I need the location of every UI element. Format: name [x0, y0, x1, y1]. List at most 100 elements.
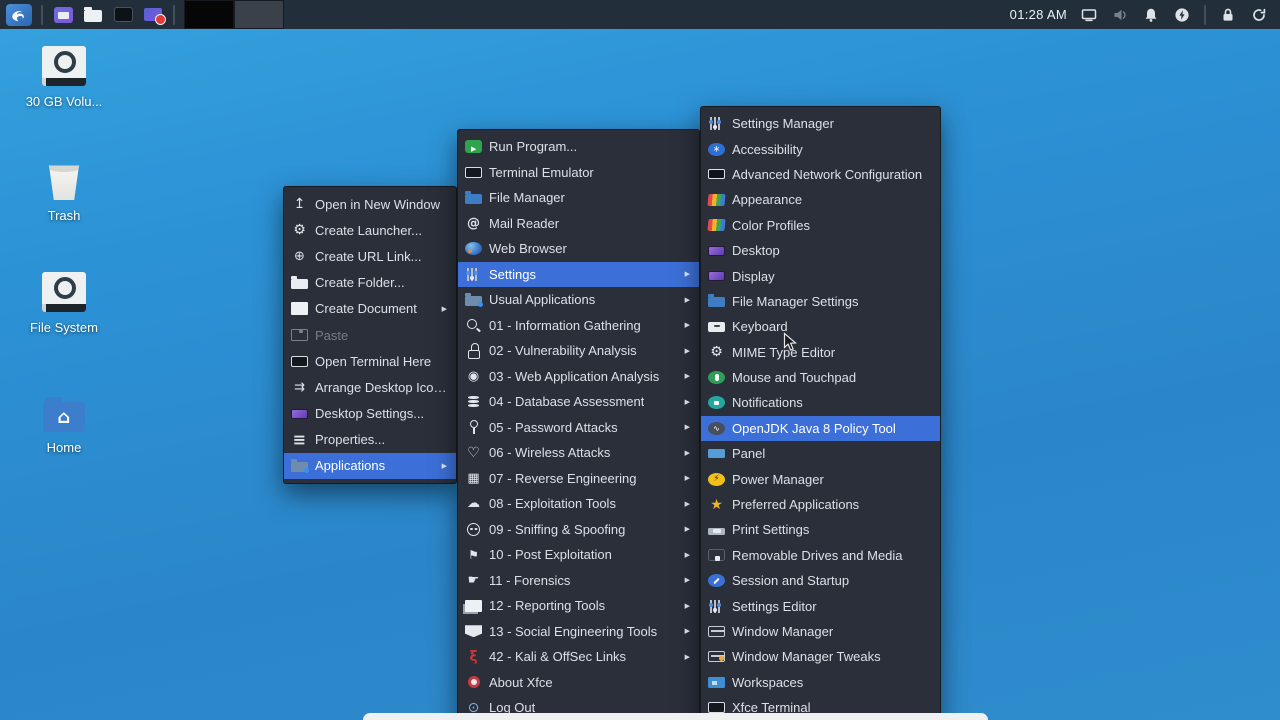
- menu-item-applications[interactable]: Applications▶: [284, 453, 456, 479]
- star-icon: [708, 496, 725, 513]
- volume-muted-icon[interactable]: [1111, 6, 1129, 24]
- workspace-switcher: [184, 0, 284, 29]
- menu-item-10-post-exploitation[interactable]: 10 - Post Exploitation▶: [458, 542, 699, 568]
- workspace-2[interactable]: [234, 0, 284, 29]
- menu-item-paste[interactable]: Paste: [284, 322, 456, 348]
- desktop-icon-30-gb-volu[interactable]: 30 GB Volu...: [22, 46, 106, 109]
- display-icon[interactable]: [1080, 6, 1098, 24]
- menu-item-window-manager[interactable]: Window Manager: [701, 619, 940, 644]
- display-icon: [708, 271, 725, 281]
- menu-item-label: Open in New Window: [315, 197, 440, 212]
- menu-item-label: Display: [732, 269, 775, 284]
- menu-item-12-reporting-tools[interactable]: 12 - Reporting Tools▶: [458, 593, 699, 619]
- menu-item-create-document[interactable]: Create Document▶: [284, 296, 456, 322]
- menu-item-mail-reader[interactable]: Mail Reader: [458, 211, 699, 237]
- menu-item-02-vulnerability-analysis[interactable]: 02 - Vulnerability Analysis▶: [458, 338, 699, 364]
- notifications-bell-icon[interactable]: [1142, 6, 1160, 24]
- menu-item-label: Applications: [315, 458, 385, 473]
- menu-item-run-program[interactable]: Run Program...: [458, 134, 699, 160]
- lock-screen-icon[interactable]: [1219, 6, 1237, 24]
- desktop-icon-home[interactable]: Home: [22, 392, 106, 455]
- kali-dragon-icon: [465, 648, 482, 665]
- menu-item-workspaces[interactable]: Workspaces: [701, 670, 940, 695]
- menu-item-open-in-new-window[interactable]: Open in New Window: [284, 191, 456, 217]
- menu-item-power-manager[interactable]: Power Manager: [701, 466, 940, 491]
- menu-item-file-manager-settings[interactable]: File Manager Settings: [701, 289, 940, 314]
- open-upward-icon: [291, 196, 308, 213]
- menu-item-terminal-emulator[interactable]: Terminal Emulator: [458, 160, 699, 186]
- power-manager-icon[interactable]: [1173, 6, 1191, 24]
- hard-drive-icon: [42, 272, 86, 312]
- menu-item-01-information-gathering[interactable]: 01 - Information Gathering▶: [458, 313, 699, 339]
- menu-item-keyboard[interactable]: Keyboard: [701, 314, 940, 339]
- menu-item-label: Create Launcher...: [315, 223, 422, 238]
- menu-item-advanced-network-configuration[interactable]: Advanced Network Configuration: [701, 162, 940, 187]
- menu-item-usual-applications[interactable]: Usual Applications▶: [458, 287, 699, 313]
- menu-item-mouse-and-touchpad[interactable]: Mouse and Touchpad: [701, 365, 940, 390]
- menu-item-label: Mail Reader: [489, 216, 559, 231]
- desktop-icon-file-system[interactable]: File System: [22, 272, 106, 335]
- bottom-dock-edge[interactable]: [363, 713, 988, 720]
- menu-item-display[interactable]: Display: [701, 263, 940, 288]
- menu-item-arrange-desktop-icons[interactable]: Arrange Desktop Icons: [284, 374, 456, 400]
- submenu-arrow-icon: ▶: [685, 576, 690, 584]
- file-manager-launcher[interactable]: [52, 3, 74, 27]
- desktop-icon-label: Trash: [48, 208, 81, 223]
- menu-item-openjdk-java-8-policy-tool[interactable]: OpenJDK Java 8 Policy Tool: [701, 416, 940, 441]
- menu-item-removable-drives-and-media[interactable]: Removable Drives and Media: [701, 543, 940, 568]
- menu-item-07-reverse-engineering[interactable]: 07 - Reverse Engineering▶: [458, 466, 699, 492]
- clock[interactable]: 01:28 AM: [1010, 7, 1067, 22]
- menu-item-about-xfce[interactable]: About Xfce: [458, 670, 699, 696]
- menu-item-notifications[interactable]: Notifications: [701, 390, 940, 415]
- desktop[interactable]: 01:28 AM 30 GB Volu... Trash File System Ho…: [0, 0, 1280, 720]
- menu-item-11-forensics[interactable]: 11 - Forensics▶: [458, 568, 699, 594]
- wireless-heart-icon: [465, 444, 482, 461]
- menu-item-label: Create Document: [315, 301, 417, 316]
- menu-item-create-folder[interactable]: Create Folder...: [284, 270, 456, 296]
- menu-item-42-kali-offsec-links[interactable]: 42 - Kali & OffSec Links▶: [458, 644, 699, 670]
- menu-item-appearance[interactable]: Appearance: [701, 187, 940, 212]
- menu-item-06-wireless-attacks[interactable]: 06 - Wireless Attacks▶: [458, 440, 699, 466]
- window-icon: [708, 626, 725, 637]
- folder-launcher[interactable]: [82, 3, 104, 27]
- menu-item-accessibility[interactable]: Accessibility: [701, 136, 940, 161]
- menu-item-preferred-applications[interactable]: Preferred Applications: [701, 492, 940, 517]
- menu-item-color-profiles[interactable]: Color Profiles: [701, 213, 940, 238]
- menu-item-panel[interactable]: Panel: [701, 441, 940, 466]
- log-out-icon[interactable]: [1250, 6, 1268, 24]
- submenu-arrow-icon: ▶: [685, 372, 690, 380]
- menu-item-open-terminal-here[interactable]: Open Terminal Here: [284, 348, 456, 374]
- desktop-icon-trash[interactable]: Trash: [22, 160, 106, 223]
- kali-menu-button[interactable]: [6, 4, 32, 26]
- menu-item-05-password-attacks[interactable]: 05 - Password Attacks▶: [458, 415, 699, 441]
- menu-item-web-browser[interactable]: Web Browser: [458, 236, 699, 262]
- menu-item-03-web-application-analysis[interactable]: 03 - Web Application Analysis▶: [458, 364, 699, 390]
- menu-item-label: Mouse and Touchpad: [732, 370, 856, 385]
- workspace-1[interactable]: [184, 0, 234, 29]
- menu-item-mime-type-editor[interactable]: MIME Type Editor: [701, 340, 940, 365]
- menu-item-label: Settings: [489, 267, 536, 282]
- menu-item-window-manager-tweaks[interactable]: Window Manager Tweaks: [701, 644, 940, 669]
- menu-item-04-database-assessment[interactable]: 04 - Database Assessment▶: [458, 389, 699, 415]
- menu-item-create-launcher[interactable]: Create Launcher...: [284, 217, 456, 243]
- menu-item-session-and-startup[interactable]: Session and Startup: [701, 568, 940, 593]
- menu-item-label: Settings Manager: [732, 116, 834, 131]
- menu-item-desktop[interactable]: Desktop: [701, 238, 940, 263]
- terminal-launcher[interactable]: [112, 3, 134, 27]
- menu-item-file-manager[interactable]: File Manager: [458, 185, 699, 211]
- java-cup-icon: [708, 422, 725, 435]
- screen-recorder-launcher[interactable]: [142, 3, 164, 27]
- menu-item-create-url-link[interactable]: Create URL Link...: [284, 243, 456, 269]
- menu-item-settings[interactable]: Settings▶: [458, 262, 699, 288]
- submenu-arrow-icon: ▶: [685, 500, 690, 508]
- submenu-arrow-icon: ▶: [685, 347, 690, 355]
- menu-item-desktop-settings[interactable]: Desktop Settings...: [284, 401, 456, 427]
- submenu-arrow-icon: ▶: [685, 296, 690, 304]
- menu-item-13-social-engineering-tools[interactable]: 13 - Social Engineering Tools▶: [458, 619, 699, 645]
- menu-item-settings-manager[interactable]: Settings Manager: [701, 111, 940, 136]
- menu-item-09-sniffing-spoofing[interactable]: 09 - Sniffing & Spoofing▶: [458, 517, 699, 543]
- menu-item-settings-editor[interactable]: Settings Editor: [701, 593, 940, 618]
- menu-item-print-settings[interactable]: Print Settings: [701, 517, 940, 542]
- menu-item-08-exploitation-tools[interactable]: 08 - Exploitation Tools▶: [458, 491, 699, 517]
- menu-item-properties[interactable]: Properties...: [284, 427, 456, 453]
